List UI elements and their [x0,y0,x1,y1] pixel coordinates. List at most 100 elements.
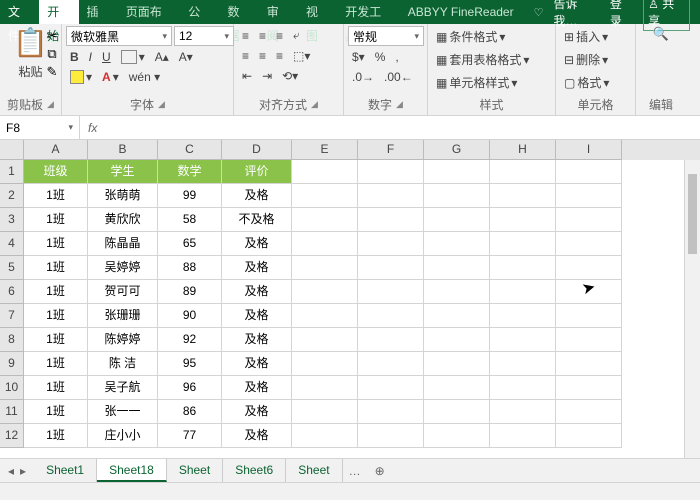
cell[interactable] [490,328,556,352]
sheet-more[interactable]: … [343,464,367,478]
paste-button[interactable]: 粘贴 [14,61,46,82]
cut-icon[interactable]: ✂ [44,28,60,44]
cell[interactable] [556,184,622,208]
sheet-next-icon[interactable]: ▸ [20,464,26,478]
cell[interactable] [358,184,424,208]
indent-inc-icon[interactable]: ⇥ [258,67,276,85]
cell[interactable]: 1班 [24,232,88,256]
cell[interactable] [490,184,556,208]
cell[interactable] [424,424,490,448]
cell[interactable] [292,400,358,424]
cell[interactable]: 不及格 [222,208,292,232]
cell[interactable] [292,184,358,208]
format-cells-button[interactable]: ▢ 格式 ▾ [560,72,613,93]
cell[interactable] [358,352,424,376]
cell[interactable] [556,208,622,232]
align-right-icon[interactable]: ≡ [272,47,287,65]
cell[interactable] [556,256,622,280]
scroll-thumb[interactable] [688,174,697,254]
font-shrink-icon[interactable]: A▾ [175,48,197,66]
align-top-icon[interactable]: ≡ [238,27,253,45]
sheet-tab[interactable]: Sheet [167,459,223,482]
cell[interactable] [490,424,556,448]
cell[interactable] [490,232,556,256]
cell[interactable] [424,160,490,184]
cell[interactable] [556,424,622,448]
delete-cells-button[interactable]: ⊟ 删除 ▾ [560,49,612,70]
indent-dec-icon[interactable]: ⇤ [238,67,256,85]
sheet-nav[interactable]: ◂▸ [0,464,34,478]
cell[interactable]: 1班 [24,352,88,376]
cell[interactable]: 99 [158,184,222,208]
cell[interactable]: 贺可可 [88,280,158,304]
worksheet-grid[interactable]: ABCDEFGHI 123456789101112 班级学生数学评价1班张萌萌9… [0,140,700,458]
cell[interactable] [292,304,358,328]
cell[interactable]: 77 [158,424,222,448]
row-header[interactable]: 2 [0,184,24,208]
cell[interactable]: 班级 [24,160,88,184]
cell[interactable] [292,208,358,232]
comma-icon[interactable]: , [391,48,402,66]
cell[interactable]: 1班 [24,184,88,208]
row-header[interactable]: 12 [0,424,24,448]
row-header[interactable]: 3 [0,208,24,232]
ribbon-tab-1[interactable]: 开始 [39,0,78,24]
cell[interactable]: 92 [158,328,222,352]
cell[interactable] [358,328,424,352]
cell[interactable] [490,280,556,304]
cell[interactable] [556,304,622,328]
cell[interactable] [358,280,424,304]
cell[interactable]: 陈晶晶 [88,232,158,256]
cell[interactable] [358,376,424,400]
merge-button[interactable]: ⬚▾ [289,47,314,65]
border-button[interactable]: ▾ [117,48,149,66]
conditional-format-button[interactable]: ▦ 条件格式 ▾ [432,26,509,47]
cell[interactable] [292,256,358,280]
font-color-button[interactable]: A▾ [98,68,123,86]
row-header[interactable]: 4 [0,232,24,256]
cell[interactable]: 90 [158,304,222,328]
col-header[interactable]: D [222,140,292,160]
font-name-combo[interactable]: 微软雅黑▾ [66,26,172,46]
row-header[interactable]: 11 [0,400,24,424]
ribbon-tab-3[interactable]: 页面布局 [118,0,181,24]
cell[interactable] [556,352,622,376]
cell[interactable] [358,424,424,448]
col-header[interactable]: H [490,140,556,160]
cell[interactable] [358,232,424,256]
currency-icon[interactable]: $▾ [348,48,369,66]
row-header[interactable]: 7 [0,304,24,328]
cell[interactable] [556,328,622,352]
paste-icon[interactable]: 📋 [13,26,48,59]
cell[interactable] [424,256,490,280]
cell[interactable]: 及格 [222,424,292,448]
cell[interactable]: 65 [158,232,222,256]
cell[interactable] [424,208,490,232]
cell[interactable]: 黄欣欣 [88,208,158,232]
col-header[interactable]: G [424,140,490,160]
font-size-combo[interactable]: 12▾ [174,26,234,46]
cell[interactable]: 学生 [88,160,158,184]
dec-decimal-icon[interactable]: .00← [380,68,417,86]
cell[interactable]: 陈婷婷 [88,328,158,352]
col-header[interactable]: C [158,140,222,160]
cell[interactable] [556,232,622,256]
cell[interactable]: 58 [158,208,222,232]
percent-icon[interactable]: % [371,48,390,66]
ribbon-tab-8[interactable]: 开发工具 [337,0,400,24]
cell[interactable] [490,304,556,328]
cell[interactable] [556,160,622,184]
copy-icon[interactable]: ⧉ [44,46,60,62]
cell[interactable]: 张萌萌 [88,184,158,208]
cell[interactable]: 1班 [24,400,88,424]
align-bottom-icon[interactable]: ≡ [272,27,287,45]
name-box[interactable]: F8▾ [0,116,80,139]
cell[interactable] [358,256,424,280]
ribbon-tab-5[interactable]: 数据 [220,0,259,24]
align-center-icon[interactable]: ≡ [255,47,270,65]
cell[interactable] [292,280,358,304]
col-header[interactable]: B [88,140,158,160]
cell[interactable]: 及格 [222,232,292,256]
cell[interactable]: 陈 洁 [88,352,158,376]
cell[interactable]: 及格 [222,256,292,280]
